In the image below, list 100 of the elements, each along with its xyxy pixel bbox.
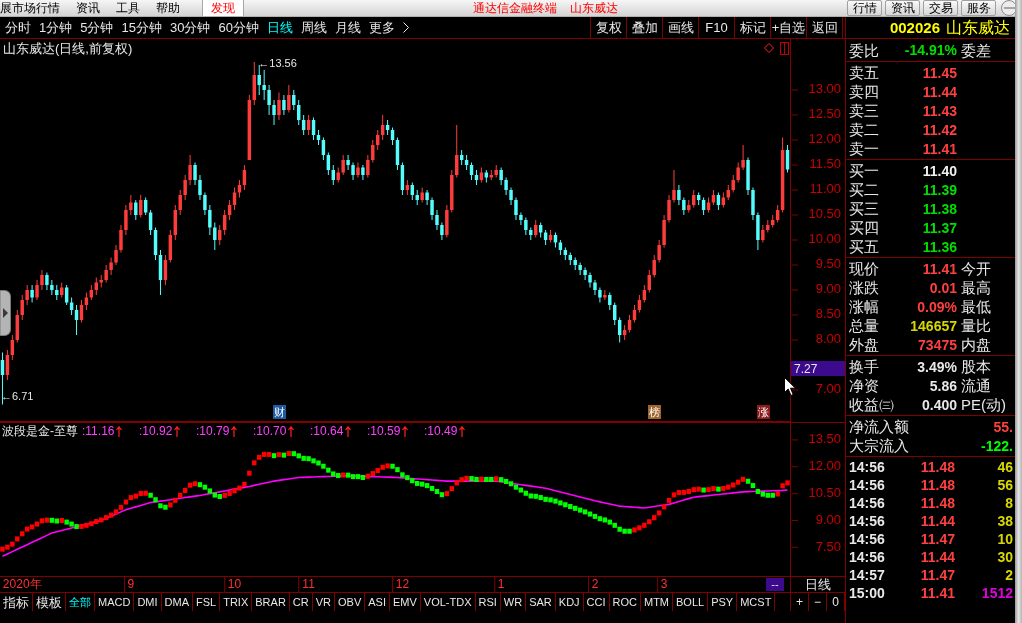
menu-item[interactable]: 发现 xyxy=(202,0,244,16)
tick-time: 15:00 xyxy=(849,586,886,600)
quote-label: 买四 xyxy=(849,220,880,235)
menu-button[interactable]: 资讯 xyxy=(885,0,920,16)
indicator-title: 波段是金-至尊 xyxy=(2,425,78,437)
quote-value: 11.38 xyxy=(921,201,957,216)
menu-item[interactable]: 工具 xyxy=(108,0,148,16)
tick-price: 11.44 xyxy=(919,550,955,564)
menu-button[interactable]: 交易 xyxy=(923,0,958,16)
event-badge[interactable]: 榜 xyxy=(648,405,662,419)
event-badge[interactable]: 财 xyxy=(272,405,286,419)
quote-value: 55. xyxy=(992,419,1013,434)
date-axis-label: 1 xyxy=(497,577,505,592)
quote-label: 委比 xyxy=(849,42,880,58)
toolbar-button[interactable]: F10 xyxy=(698,17,734,38)
toolbar-button[interactable]: 标记 xyxy=(734,17,770,38)
indicator-tab[interactable]: MCST xyxy=(737,593,776,611)
indicator-tab[interactable]: OBV xyxy=(335,593,366,611)
toolbar-button[interactable]: +自选 xyxy=(770,17,806,38)
collapse-handle[interactable] xyxy=(0,290,11,336)
period-tab[interactable]: 分时 xyxy=(5,21,31,34)
diamond-icon[interactable] xyxy=(764,43,774,53)
up-arrow-icon xyxy=(288,425,295,437)
indicator-tab[interactable]: SAR xyxy=(526,593,556,611)
quote-label: 卖一 xyxy=(849,141,880,156)
indicator-tab[interactable]: PSY xyxy=(708,593,738,611)
columns-icon[interactable] xyxy=(780,41,789,55)
tick-time: 14:56 xyxy=(849,532,886,546)
stock-name: 山东威达 xyxy=(946,19,1010,36)
indicator-tab[interactable]: MTM xyxy=(641,593,674,611)
quote-label: 卖三 xyxy=(849,103,880,118)
quote-label: 最高 xyxy=(960,280,992,295)
axis-label: 8.00 xyxy=(815,331,841,347)
axis-label: 12.00 xyxy=(808,458,841,474)
period-tab[interactable]: 1分钟 xyxy=(39,21,73,34)
tick-time: 14:56 xyxy=(849,550,886,564)
period-tab[interactable]: 30分钟 xyxy=(169,21,211,34)
period-tab[interactable]: 月线 xyxy=(334,21,361,34)
indicator-tab[interactable]: ROC xyxy=(609,593,641,611)
bar-button[interactable]: 模板 xyxy=(33,593,66,611)
event-badge[interactable]: 涨 xyxy=(756,405,770,419)
date-axis-label: 11 xyxy=(302,577,315,592)
period-tab[interactable]: 周线 xyxy=(300,21,327,34)
bar-button[interactable]: 指标 xyxy=(0,593,33,611)
indicator-tab[interactable]: VOL-TDX xyxy=(420,593,476,611)
quote-label: 量比 xyxy=(960,318,992,333)
indicator-tab[interactable]: MACD xyxy=(95,593,135,611)
indicator-tab[interactable]: EMV xyxy=(389,593,421,611)
indicator-tab[interactable]: TRIX xyxy=(220,593,253,611)
indicator-tab[interactable]: CR xyxy=(289,593,313,611)
tick-time: 14:56 xyxy=(849,460,886,474)
indicator-tab[interactable]: RSI xyxy=(475,593,501,611)
quote-value: 11.41 xyxy=(921,261,957,276)
indicator-tab[interactable]: VR xyxy=(312,593,335,611)
quote-label: 内盘 xyxy=(960,337,992,352)
tick-price: 11.47 xyxy=(919,568,955,582)
indicator-value: :10.59 xyxy=(367,425,401,437)
toolbar-button[interactable]: 画线 xyxy=(662,17,698,38)
quote-label: 涨跌 xyxy=(849,280,880,295)
cursor-price-label: 7.27 xyxy=(791,361,845,376)
menu-item[interactable]: 帮助 xyxy=(148,0,188,16)
axis-label: 13.00 xyxy=(808,81,841,97)
indicator-tab[interactable]: WR xyxy=(500,593,527,611)
tick-volume: 2 xyxy=(1004,568,1014,582)
axis-label: 11.00 xyxy=(809,181,841,197)
chevron-right-icon[interactable] xyxy=(402,22,409,33)
indicator-tab[interactable]: ASI xyxy=(365,593,390,611)
menu-item[interactable]: 资讯 xyxy=(68,0,108,16)
zoom-button[interactable]: − xyxy=(809,593,827,611)
period-tab[interactable]: 5分钟 xyxy=(80,21,114,34)
indicator-tab[interactable]: DMA xyxy=(161,593,193,611)
quote-label: 今开 xyxy=(960,261,992,276)
axis-label: 13.50 xyxy=(808,431,841,447)
menu-button[interactable]: 服务 xyxy=(961,0,996,16)
axis-label: 9.00 xyxy=(815,511,841,527)
toolbar-button[interactable]: 返回 xyxy=(806,17,842,38)
quote-value: 11.40 xyxy=(921,163,957,178)
indicator-tab[interactable]: KDJ xyxy=(555,593,584,611)
indicator-tab[interactable]: FSL xyxy=(193,593,221,611)
indicator-tab[interactable]: CCI xyxy=(583,593,610,611)
period-tab[interactable]: 15分钟 xyxy=(121,21,162,34)
period-tab[interactable]: 日线 xyxy=(266,21,293,34)
period-tab[interactable]: 60分钟 xyxy=(218,21,259,34)
indicator-tab[interactable]: DMI xyxy=(134,593,162,611)
low-price-label: ←6.71 xyxy=(1,391,34,402)
zoom-button[interactable]: 0 xyxy=(827,593,845,611)
axis-label: 12.00 xyxy=(808,131,841,147)
period-tab[interactable]: 更多 xyxy=(368,21,395,34)
toolbar-button[interactable]: 复权 xyxy=(590,17,626,38)
indicator-tab[interactable]: 全部 xyxy=(66,593,95,611)
indicator-tab[interactable]: BOLL xyxy=(673,593,709,611)
quote-label: 总量 xyxy=(849,318,880,333)
tick-time: 14:56 xyxy=(849,478,886,492)
tick-price: 11.48 xyxy=(919,496,955,510)
indicator-tab[interactable]: BRAR xyxy=(252,593,290,611)
menu-item[interactable]: 展市场行情 xyxy=(0,0,68,16)
up-arrow-icon xyxy=(345,425,352,437)
toolbar-button[interactable]: 叠加 xyxy=(626,17,662,38)
menu-button[interactable]: 行情 xyxy=(847,0,882,16)
zoom-button[interactable]: + xyxy=(791,593,809,611)
